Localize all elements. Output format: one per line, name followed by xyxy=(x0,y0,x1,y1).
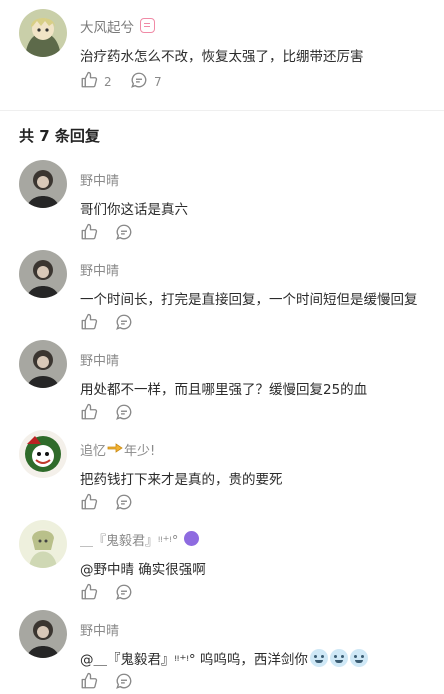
reply-count: 7 xyxy=(154,75,162,89)
avatar[interactable] xyxy=(19,430,67,478)
avatar[interactable] xyxy=(19,250,67,298)
reply-button[interactable] xyxy=(115,403,133,425)
reply-text: 一个时间长，打完是直接回复，一个时间短但是缓慢回复 xyxy=(80,292,418,308)
like-button[interactable] xyxy=(80,672,98,694)
reply-button[interactable] xyxy=(115,493,133,515)
crying-emoji-icon xyxy=(349,649,368,667)
avatar[interactable] xyxy=(19,160,67,208)
comment-icon xyxy=(115,672,133,694)
comment-text: 治疗药水怎么不改，恢复太强了，比绷带还厉害 xyxy=(80,49,364,65)
like-button[interactable]: 2 xyxy=(80,71,112,93)
avatar[interactable] xyxy=(19,340,67,388)
reply-button[interactable] xyxy=(115,583,133,605)
reply-text: 把药钱打下来才是真的，贵的要死 xyxy=(80,472,283,488)
top-comment-header: 大风起兮 xyxy=(80,16,155,36)
reply-text: 用处都不一样，而且哪里强了？缓慢回复25的血 xyxy=(80,382,368,398)
pointing-hand-emoji-icon xyxy=(107,440,123,459)
reply-text: @野中晴 确实很强啊 xyxy=(80,562,206,578)
username[interactable]: 追忆 xyxy=(80,440,106,459)
reply-text: 哥们你这话是真六 xyxy=(80,202,188,218)
divider xyxy=(0,110,444,111)
avatar[interactable] xyxy=(19,9,67,57)
crying-emoji-icon xyxy=(329,649,348,667)
username[interactable]: ＿『鬼毅君』ᵎᵎ⁺ᵎ° xyxy=(80,530,178,549)
like-button[interactable] xyxy=(80,493,98,515)
thumbs-up-icon xyxy=(80,403,98,425)
like-button[interactable] xyxy=(80,223,98,245)
comment-icon xyxy=(115,223,133,245)
comment-icon xyxy=(115,313,133,335)
username-tail: 年少! xyxy=(124,444,156,459)
comment-icon xyxy=(115,493,133,515)
reply-button[interactable] xyxy=(115,223,133,245)
crying-emoji-icon xyxy=(309,649,328,667)
reply-text-row: @＿『鬼毅君』ᵎᵎ⁺ᵎ° 呜呜呜，西洋剑你 xyxy=(80,648,368,668)
username[interactable]: 野中晴 xyxy=(80,170,119,189)
username[interactable]: 野中晴 xyxy=(80,260,119,279)
reply-button[interactable] xyxy=(115,672,133,694)
thumbs-up-icon xyxy=(80,493,98,515)
username-row: ＿『鬼毅君』ᵎᵎ⁺ᵎ° xyxy=(80,530,200,549)
thumbs-up-icon xyxy=(80,313,98,335)
username-row: 追忆 年少! xyxy=(80,440,155,459)
game-badge-icon xyxy=(184,531,200,546)
like-button[interactable] xyxy=(80,583,98,605)
thumbs-up-icon xyxy=(80,583,98,605)
avatar[interactable] xyxy=(19,610,67,658)
avatar[interactable] xyxy=(19,520,67,568)
like-button[interactable] xyxy=(80,403,98,425)
thumbs-up-icon xyxy=(80,223,98,245)
level-badge-icon xyxy=(140,17,155,33)
username[interactable]: 野中晴 xyxy=(80,350,119,369)
like-button[interactable] xyxy=(80,313,98,335)
username[interactable]: 大风起兮 xyxy=(80,16,134,36)
thumbs-up-icon xyxy=(80,71,98,93)
reply-button[interactable]: 7 xyxy=(130,71,162,93)
comment-icon xyxy=(115,583,133,605)
thumbs-up-icon xyxy=(80,672,98,694)
replies-header: 共 7 条回复 xyxy=(19,127,100,145)
username[interactable]: 野中晴 xyxy=(80,620,119,639)
comment-icon xyxy=(115,403,133,425)
reply-button[interactable] xyxy=(115,313,133,335)
reply-text: @＿『鬼毅君』ᵎᵎ⁺ᵎ° 呜呜呜，西洋剑你 xyxy=(80,652,308,668)
comment-icon xyxy=(130,71,148,93)
like-count: 2 xyxy=(104,75,112,89)
